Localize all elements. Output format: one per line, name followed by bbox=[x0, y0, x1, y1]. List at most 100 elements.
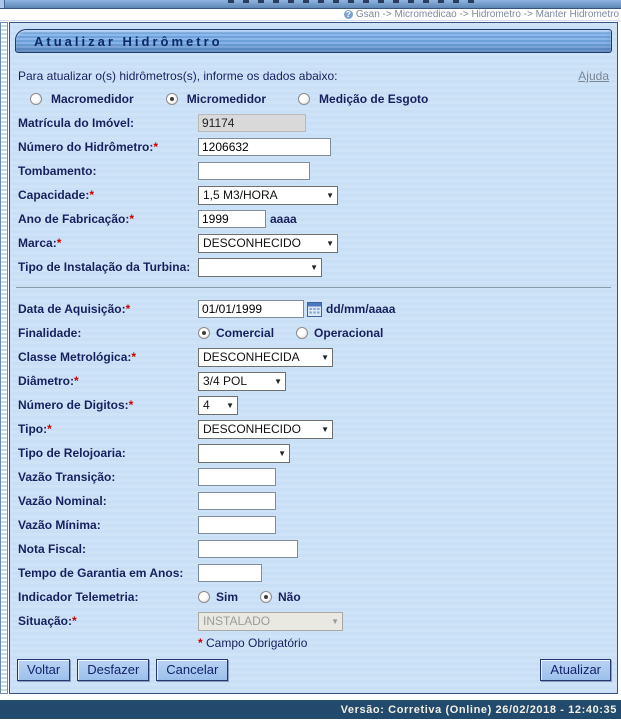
indicador-telemetria-label: Indicador Telemetria: bbox=[18, 590, 198, 604]
finalidade-operacional-radio[interactable] bbox=[296, 327, 308, 339]
classe-metrologica-select[interactable]: DESCONHECIDA▼ bbox=[198, 348, 333, 367]
ano-fabricacao-row: Ano de Fabricação:* aaaa bbox=[10, 207, 617, 231]
vazao-nominal-label: Vazão Nominal: bbox=[18, 494, 198, 508]
top-nav-clipped-text bbox=[228, 0, 478, 3]
nota-fiscal-label: Nota Fiscal: bbox=[18, 542, 198, 556]
help-icon[interactable]: ? bbox=[344, 10, 353, 19]
matricula-field bbox=[198, 114, 306, 132]
vazao-transicao-label: Vazão Transição: bbox=[18, 470, 198, 484]
nota-fiscal-row: Nota Fiscal: bbox=[10, 537, 617, 561]
classe-metrologica-row: Classe Metrológica:* DESCONHECIDA▼ bbox=[10, 345, 617, 369]
left-decorative-strip bbox=[0, 22, 8, 694]
tipo-instalacao-turbina-label: Tipo de Instalação da Turbina: bbox=[18, 260, 198, 274]
capacidade-select[interactable]: 1,5 M3/HORA▼ bbox=[198, 186, 338, 205]
finalidade-comercial-label: Comercial bbox=[216, 326, 274, 340]
action-button-row: Voltar Desfazer Cancelar Atualizar bbox=[17, 659, 611, 681]
telemetria-sim-radio[interactable] bbox=[198, 591, 210, 603]
diametro-row: Diâmetro:* 3/4 POL▼ bbox=[10, 369, 617, 393]
macromedidor-radio[interactable] bbox=[30, 93, 42, 105]
required-field-note: * Campo Obrigatório bbox=[198, 636, 617, 650]
capacidade-row: Capacidade:* 1,5 M3/HORA▼ bbox=[10, 183, 617, 207]
finalidade-operacional-label: Operacional bbox=[314, 326, 383, 340]
telemetria-nao-radio[interactable] bbox=[260, 591, 272, 603]
data-aquisicao-label: Data de Aquisição:* bbox=[18, 302, 198, 316]
vazao-transicao-row: Vazão Transição: bbox=[10, 465, 617, 489]
breadcrumb-row: ? Gsan -> Micromedicao -> Hidrometro -> … bbox=[0, 9, 621, 21]
tempo-garantia-label: Tempo de Garantia em Anos: bbox=[18, 566, 198, 580]
tipo-select[interactable]: DESCONHECIDO▼ bbox=[198, 420, 333, 439]
chevron-down-icon: ▼ bbox=[321, 353, 329, 362]
micromedidor-label: Micromedidor bbox=[187, 92, 266, 106]
tombamento-row: Tombamento: bbox=[10, 159, 617, 183]
tipo-row: Tipo:* DESCONHECIDO▼ bbox=[10, 417, 617, 441]
section-divider bbox=[16, 287, 611, 288]
vazao-nominal-field[interactable] bbox=[198, 492, 276, 510]
data-aquisicao-field[interactable] bbox=[198, 300, 304, 318]
macromedidor-label: Macromedidor bbox=[51, 92, 134, 106]
ano-fabricacao-field[interactable] bbox=[198, 210, 266, 228]
top-nav-bar bbox=[0, 0, 621, 9]
version-status-bar: Versão: Corretiva (Online) 26/02/2018 - … bbox=[0, 700, 621, 719]
vazao-transicao-field[interactable] bbox=[198, 468, 276, 486]
ajuda-link[interactable]: Ajuda bbox=[578, 69, 609, 83]
telemetria-nao-label: Não bbox=[278, 590, 301, 604]
medicao-esgoto-radio[interactable] bbox=[298, 93, 310, 105]
data-aquisicao-row: Data de Aquisição:* dd/mm/aaaa bbox=[10, 297, 617, 321]
tipo-relojoaria-label: Tipo de Relojoaria: bbox=[18, 446, 198, 460]
content-frame: Atualizar Hidrômetro Para atualizar o(s)… bbox=[0, 22, 618, 694]
tipo-instalacao-turbina-select[interactable]: ▼ bbox=[198, 258, 322, 277]
top-nav-corner bbox=[0, 0, 5, 8]
chevron-down-icon: ▼ bbox=[226, 401, 234, 410]
capacidade-label: Capacidade:* bbox=[18, 188, 198, 202]
vazao-minima-field[interactable] bbox=[198, 516, 276, 534]
chevron-down-icon: ▼ bbox=[278, 449, 286, 458]
situacao-row: Situação:* INSTALADO▼ bbox=[10, 609, 617, 633]
tipo-relojoaria-select[interactable]: ▼ bbox=[198, 444, 290, 463]
numero-hidrometro-label: Número do Hidrômetro:* bbox=[18, 140, 198, 154]
form-panel: Atualizar Hidrômetro Para atualizar o(s)… bbox=[9, 22, 618, 694]
marca-label: Marca:* bbox=[18, 236, 198, 250]
desfazer-button[interactable]: Desfazer bbox=[77, 659, 149, 681]
diametro-select[interactable]: 3/4 POL▼ bbox=[198, 372, 286, 391]
ano-fabricacao-label: Ano de Fabricação:* bbox=[18, 212, 198, 226]
atualizar-button[interactable]: Atualizar bbox=[540, 659, 611, 681]
meter-type-radio-group: Macromedidor Micromedidor Medição de Esg… bbox=[30, 92, 617, 106]
page-title-bar: Atualizar Hidrômetro bbox=[15, 29, 612, 53]
nota-fiscal-field[interactable] bbox=[198, 540, 298, 558]
marca-row: Marca:* DESCONHECIDO▼ bbox=[10, 231, 617, 255]
calendar-icon[interactable] bbox=[307, 302, 322, 317]
finalidade-comercial-radio[interactable] bbox=[198, 327, 210, 339]
chevron-down-icon: ▼ bbox=[331, 617, 339, 626]
version-text: Versão: Corretiva (Online) 26/02/2018 - … bbox=[341, 704, 617, 716]
micromedidor-radio[interactable] bbox=[166, 93, 178, 105]
vazao-minima-row: Vazão Mínima: bbox=[10, 513, 617, 537]
tempo-garantia-row: Tempo de Garantia em Anos: bbox=[10, 561, 617, 585]
numero-digitos-label: Número de Digitos:* bbox=[18, 398, 198, 412]
finalidade-label: Finalidade: bbox=[18, 326, 198, 340]
ano-format-hint: aaaa bbox=[270, 212, 297, 226]
page-title: Atualizar Hidrômetro bbox=[34, 34, 223, 49]
intro-text: Para atualizar o(s) hidrômetros(s), info… bbox=[18, 69, 337, 83]
classe-metrologica-label: Classe Metrológica:* bbox=[18, 350, 198, 364]
chevron-down-icon: ▼ bbox=[310, 263, 318, 272]
cancelar-button[interactable]: Cancelar bbox=[156, 659, 228, 681]
situacao-select: INSTALADO▼ bbox=[198, 612, 343, 631]
chevron-down-icon: ▼ bbox=[321, 425, 329, 434]
chevron-down-icon: ▼ bbox=[274, 377, 282, 386]
numero-hidrometro-row: Número do Hidrômetro:* bbox=[10, 135, 617, 159]
numero-digitos-select[interactable]: 4▼ bbox=[198, 396, 238, 415]
situacao-label: Situação:* bbox=[18, 614, 198, 628]
vazao-nominal-row: Vazão Nominal: bbox=[10, 489, 617, 513]
data-format-hint: dd/mm/aaaa bbox=[326, 302, 395, 316]
voltar-button[interactable]: Voltar bbox=[17, 659, 70, 681]
tombamento-field[interactable] bbox=[198, 162, 310, 180]
telemetria-sim-label: Sim bbox=[216, 590, 238, 604]
numero-digitos-row: Número de Digitos:* 4▼ bbox=[10, 393, 617, 417]
tombamento-label: Tombamento: bbox=[18, 164, 198, 178]
tipo-instalacao-turbina-row: Tipo de Instalação da Turbina: ▼ bbox=[10, 255, 617, 279]
tempo-garantia-field[interactable] bbox=[198, 564, 262, 582]
medicao-esgoto-label: Medição de Esgoto bbox=[319, 92, 428, 106]
marca-select[interactable]: DESCONHECIDO▼ bbox=[198, 234, 338, 253]
numero-hidrometro-field[interactable] bbox=[198, 138, 331, 156]
chevron-down-icon: ▼ bbox=[326, 239, 334, 248]
